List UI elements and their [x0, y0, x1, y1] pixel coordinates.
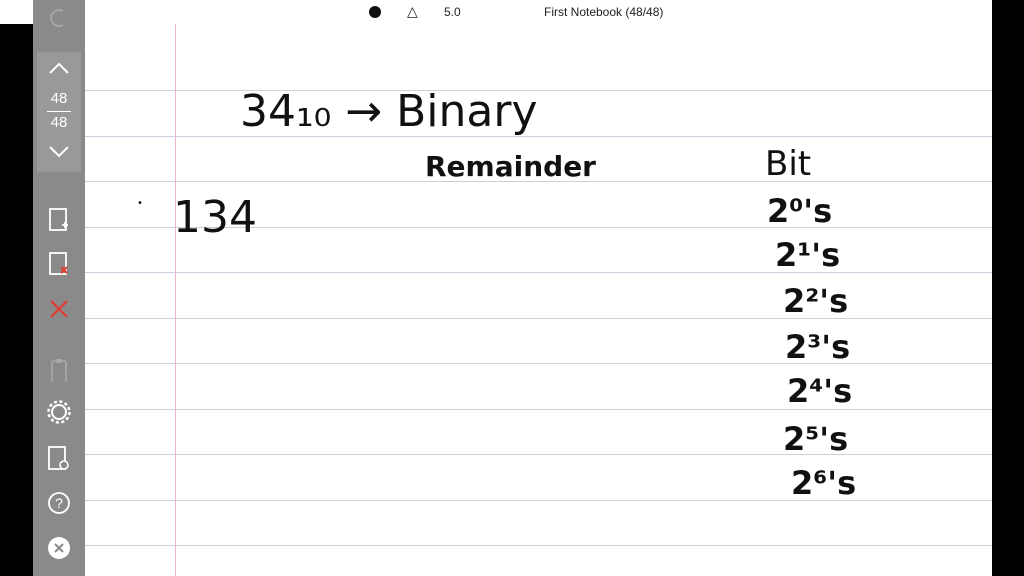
remainder-label: Remainder — [425, 150, 596, 183]
page-navigator: 48 48 — [37, 52, 81, 172]
heading-conversion: 34₁₀ → Binary — [240, 86, 538, 137]
bit-header: Bit — [765, 144, 812, 184]
settings-gear-icon[interactable] — [33, 398, 85, 426]
page-down-icon[interactable] — [37, 140, 81, 164]
ruled-line — [85, 318, 992, 319]
sidebar-toolbar: 48 48 ? — [33, 0, 85, 576]
bit-row: 2⁶'s — [791, 464, 857, 502]
margin-line — [175, 24, 176, 576]
bit-row: 2⁴'s — [787, 372, 853, 410]
notebook-page[interactable]: 34₁₀ → Binary Remainder • 134 Bit 2⁰'s 2… — [85, 24, 992, 576]
ruled-line — [85, 409, 992, 410]
page-settings-icon[interactable] — [33, 444, 85, 474]
ruled-line — [85, 363, 992, 364]
bit-row: 2⁰'s — [767, 192, 833, 230]
pen-color-dot[interactable] — [369, 6, 381, 18]
ruled-line — [85, 454, 992, 455]
bullet-dot: • — [137, 198, 143, 209]
number-value: 134 — [173, 192, 257, 243]
close-red-icon[interactable] — [33, 296, 85, 322]
page-up-icon[interactable] — [37, 56, 81, 80]
ruled-line — [85, 545, 992, 546]
bit-row: 2¹'s — [775, 236, 841, 274]
top-bar: △ 5.0 First Notebook (48/48) — [0, 0, 1024, 24]
svg-text:?: ? — [55, 495, 63, 511]
notebook-title: First Notebook (48/48) — [544, 5, 664, 19]
clip-icon[interactable] — [33, 358, 85, 384]
page-divider — [47, 111, 71, 112]
ruled-line — [85, 90, 992, 91]
exit-icon[interactable] — [33, 535, 85, 561]
delete-page-icon[interactable] — [33, 250, 85, 278]
bit-row: 2³'s — [785, 328, 851, 366]
bit-row: 2²'s — [783, 282, 849, 320]
bit-row: 2⁵'s — [783, 420, 849, 458]
ruled-line — [85, 272, 992, 273]
add-page-icon[interactable] — [33, 206, 85, 234]
pen-size-label[interactable]: 5.0 — [444, 5, 461, 19]
undo-icon[interactable] — [33, 6, 85, 30]
help-icon[interactable]: ? — [33, 490, 85, 516]
screen-edge — [992, 0, 1024, 576]
pen-tool-icon[interactable]: △ — [407, 3, 418, 20]
ruled-line — [85, 136, 992, 137]
total-page-number: 48 — [50, 114, 68, 131]
current-page-number: 48 — [50, 90, 68, 107]
